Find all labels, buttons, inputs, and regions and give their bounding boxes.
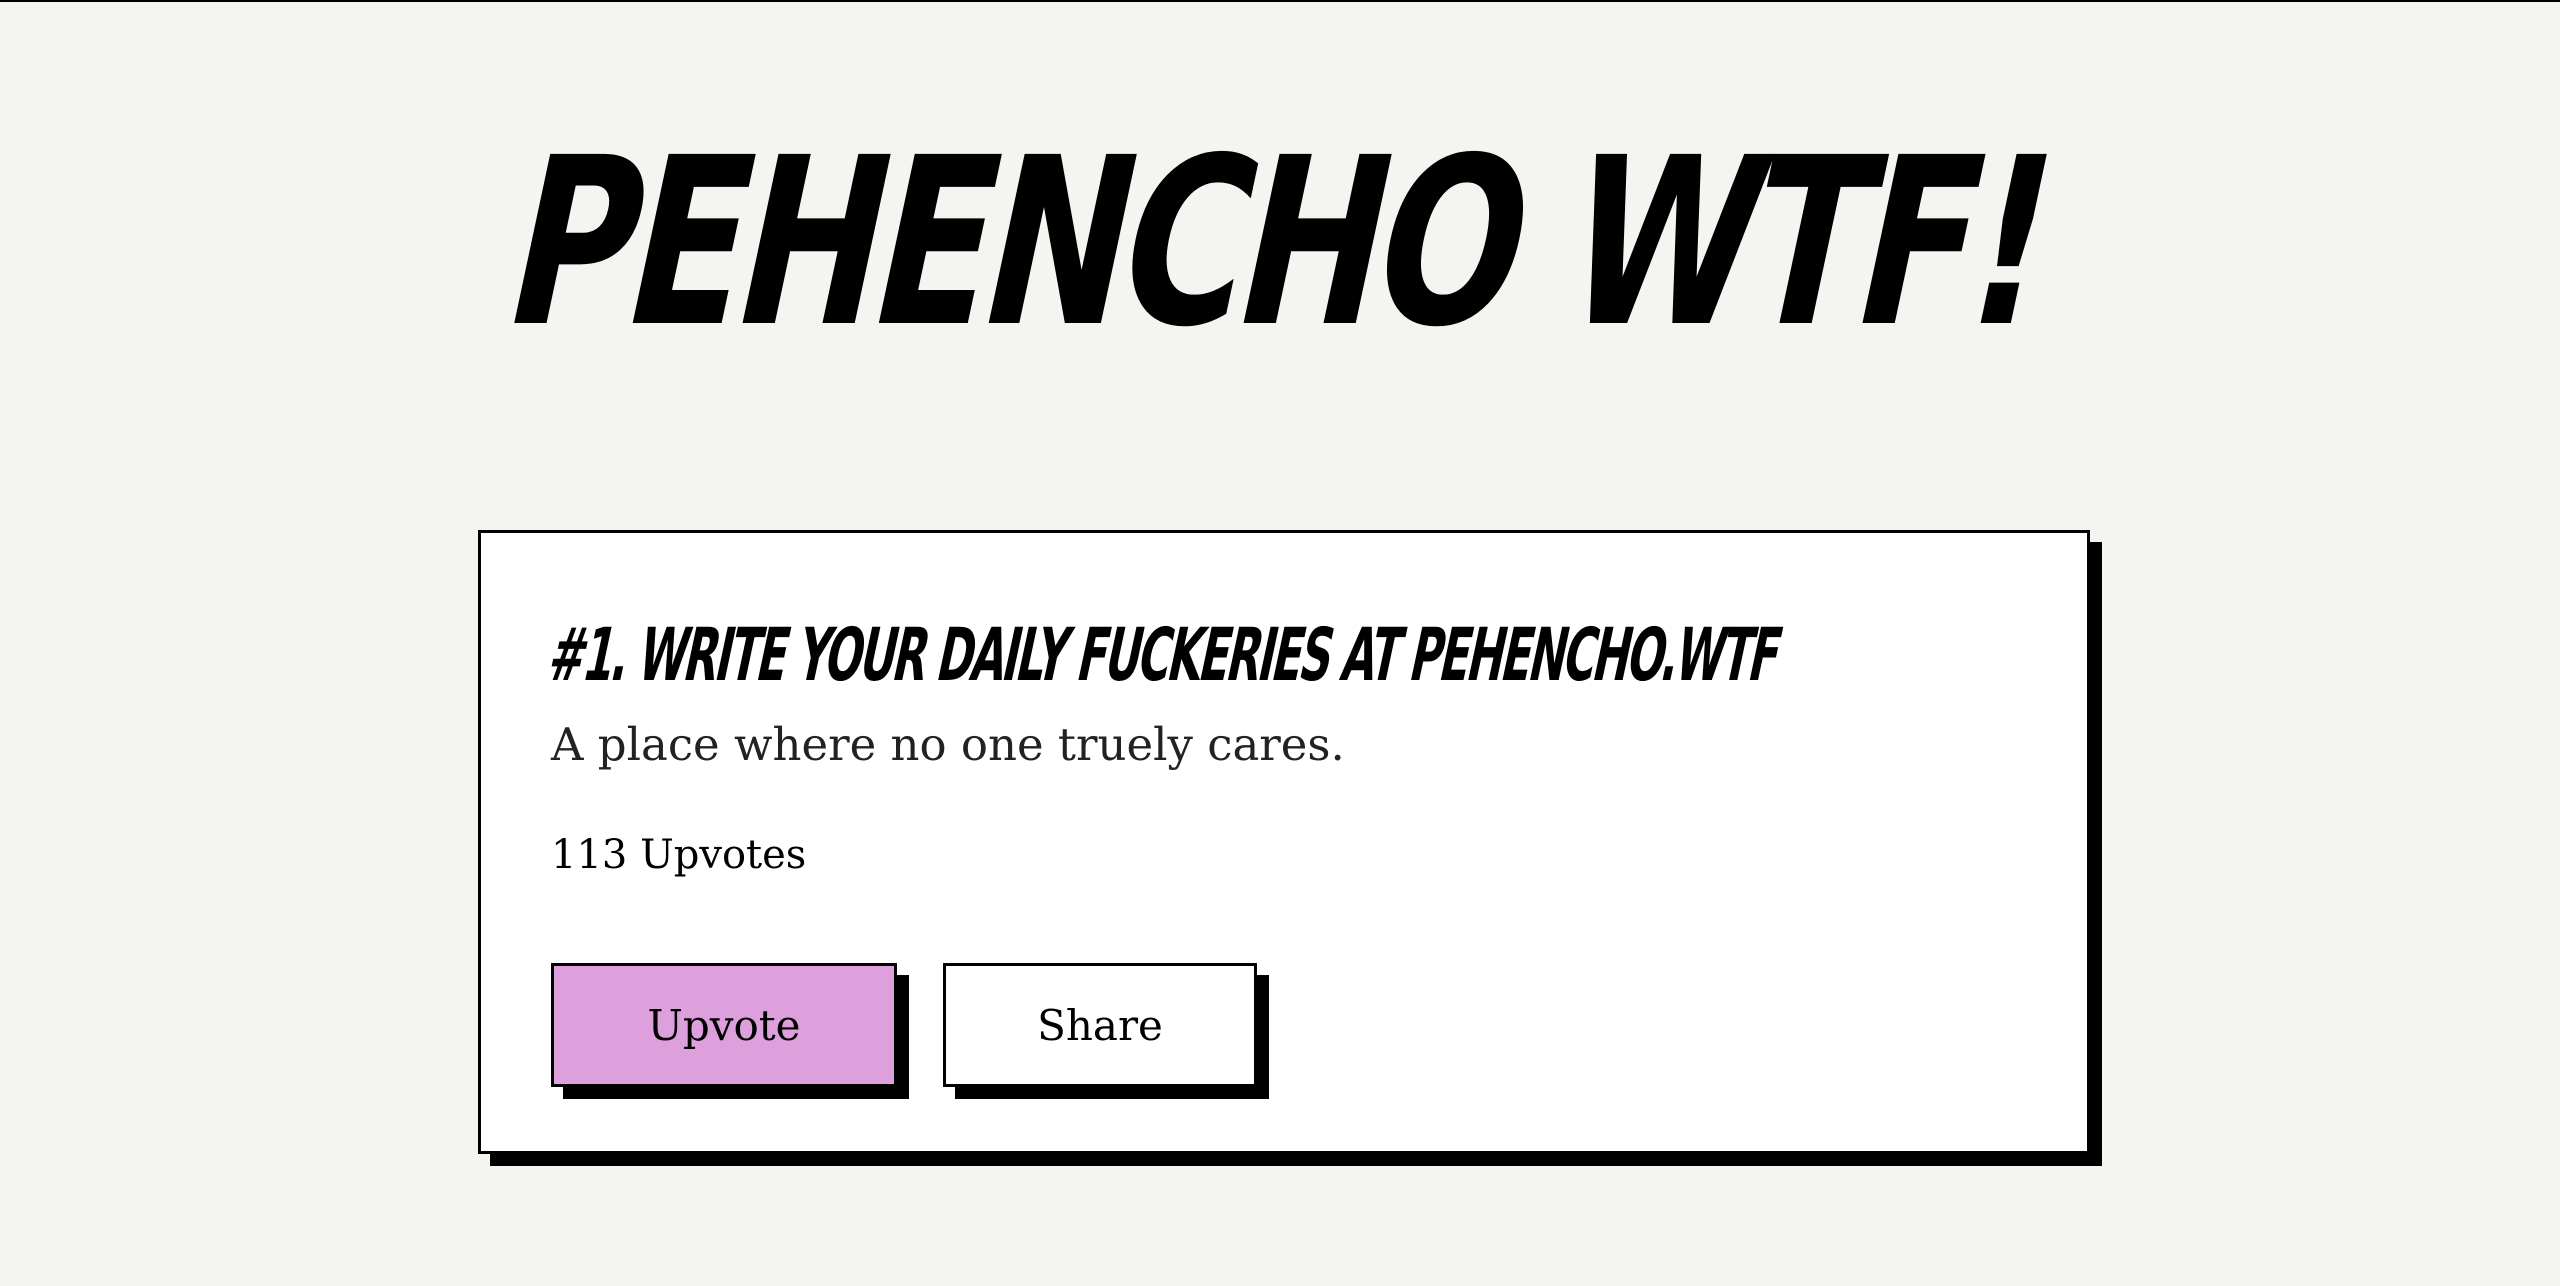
post-title: #1. WRITE YOUR DAILY FUCKERIES AT PEHENC… [541,613,1788,698]
post-description: A place where no one truely cares. [551,718,1345,771]
site-title: PEHENCHO WTF! [486,108,2074,378]
share-button[interactable]: Share [943,963,1257,1087]
upvote-button[interactable]: Upvote [551,963,897,1087]
upvote-count: 113 Upvotes [551,832,807,878]
post-card: #1. WRITE YOUR DAILY FUCKERIES AT PEHENC… [478,530,2090,1154]
